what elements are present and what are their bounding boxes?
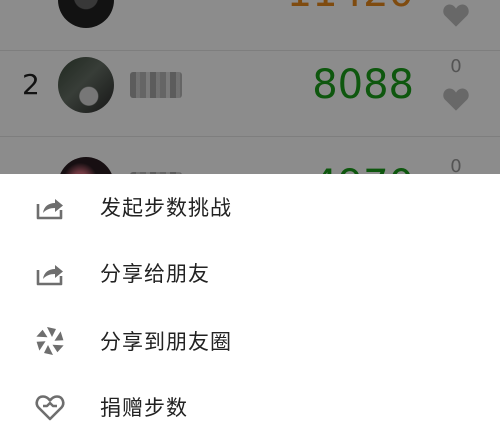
action-sheet: 发起步数挑战 分享给朋友 分享到朋友圈 捐赠步数 (0, 174, 500, 440)
menu-item-label: 捐赠步数 (100, 396, 188, 420)
moments-aperture-icon (36, 327, 64, 355)
share-to-friend-button[interactable]: 分享给朋友 (0, 240, 500, 306)
share-arrow-icon (36, 199, 63, 220)
menu-item-label: 分享给朋友 (100, 262, 210, 286)
menu-item-label: 发起步数挑战 (100, 196, 232, 220)
start-step-challenge-button[interactable]: 发起步数挑战 (0, 174, 500, 240)
donate-steps-button[interactable]: 捐赠步数 (0, 374, 500, 440)
menu-item-label: 分享到朋友圈 (100, 330, 232, 354)
share-arrow-icon (36, 265, 63, 286)
charity-heart-icon (35, 395, 65, 421)
share-to-moments-button[interactable]: 分享到朋友圈 (0, 308, 500, 374)
